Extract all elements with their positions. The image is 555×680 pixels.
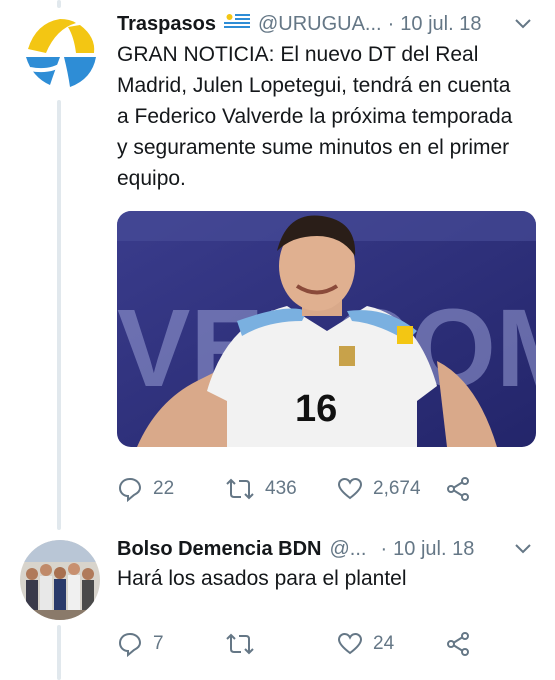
like-count: 2,674: [373, 478, 421, 499]
like-button[interactable]: 2,674: [337, 473, 421, 505]
reply-icon: [118, 632, 142, 657]
reply-count: 22: [153, 478, 175, 499]
soccer-ball-logo-icon: [22, 15, 98, 91]
chevron-down-icon[interactable]: [511, 536, 535, 560]
display-name[interactable]: Bolso Demencia BDN: [117, 538, 322, 561]
avatar-bolso-demencia[interactable]: [20, 540, 100, 620]
crowd-photo-icon: [20, 540, 100, 620]
reply-button[interactable]: 22: [117, 473, 174, 505]
share-button[interactable]: [445, 473, 481, 505]
separator-dot: ·: [387, 12, 395, 35]
like-button[interactable]: 24: [337, 628, 394, 660]
reply-count: 7: [153, 633, 164, 654]
tweet-actions: 7 24: [117, 628, 497, 660]
tweet-text: Hará los asados para el plantel: [117, 567, 407, 590]
display-name[interactable]: Traspasos: [117, 13, 216, 36]
tweet-text: GRAN NOTICIA: El nuevo DT del Real Madri…: [117, 43, 513, 190]
retweet-icon: [226, 633, 254, 655]
reply-icon: [118, 477, 142, 502]
thread-line-2: [57, 625, 61, 680]
retweet-count: 436: [265, 478, 297, 499]
tweet-actions: 22 436 2,674: [117, 473, 497, 505]
heart-icon: [337, 632, 363, 655]
retweet-icon: [226, 478, 254, 500]
uruguay-flag-icon: [223, 12, 250, 36]
tweet-header: Bolso Demencia BDN @... · 10 jul. 18: [117, 534, 535, 564]
retweet-button[interactable]: 436: [225, 473, 297, 505]
timestamp[interactable]: 10 jul. 18: [393, 538, 474, 561]
share-icon: [447, 477, 469, 501]
reply-button[interactable]: 7: [117, 628, 164, 660]
thread-line-top: [57, 0, 61, 8]
like-count: 24: [373, 633, 395, 654]
tweet-header: Traspasos @URUGUA... · 10 jul. 18: [117, 9, 535, 39]
avatar-traspasos[interactable]: [20, 13, 100, 93]
share-button[interactable]: [445, 628, 481, 660]
chevron-down-icon[interactable]: [511, 11, 535, 35]
tweet-media-photo[interactable]: VELCOM 16: [117, 211, 536, 447]
share-icon: [447, 632, 469, 656]
thread-line-1: [57, 100, 61, 530]
timestamp[interactable]: 10 jul. 18: [400, 13, 481, 36]
separator-dot: ·: [380, 537, 388, 560]
user-handle[interactable]: @...: [330, 538, 367, 561]
media-jersey-number: 16: [295, 388, 337, 430]
retweet-button[interactable]: [225, 628, 265, 660]
user-handle[interactable]: @URUGUA...: [258, 13, 382, 36]
heart-icon: [337, 477, 363, 500]
